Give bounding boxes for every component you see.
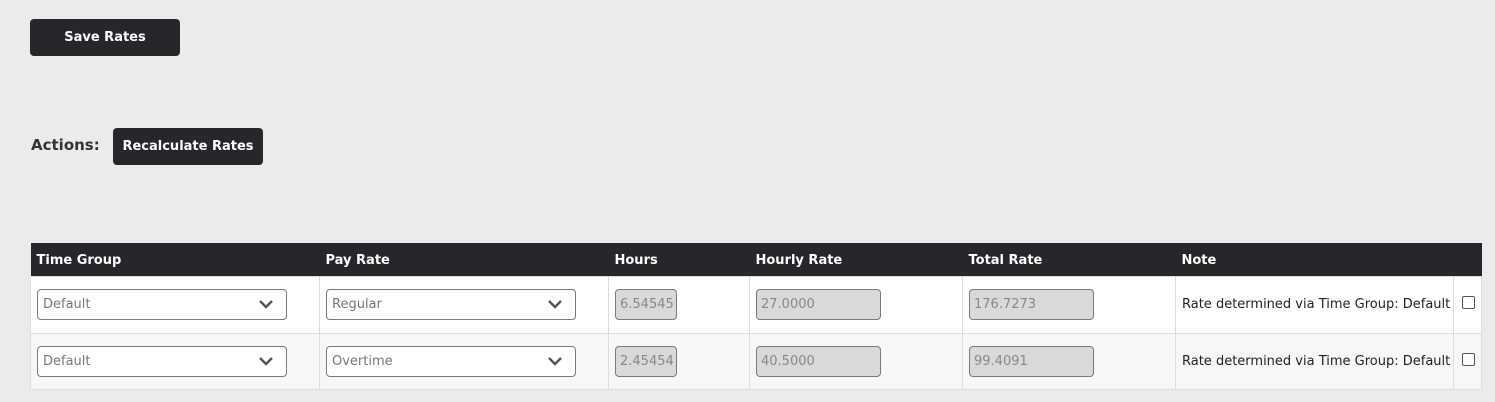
total-rate-field[interactable] xyxy=(969,345,1094,377)
table-row: Default Overtime Rate determined via Tim… xyxy=(30,332,1482,390)
header-time-group: Time Group xyxy=(30,243,320,276)
header-hourly-rate: Hourly Rate xyxy=(749,243,963,276)
pay-rate-value: Regular xyxy=(332,297,382,312)
hours-field[interactable] xyxy=(615,289,677,320)
header-note: Note xyxy=(1175,243,1454,276)
table-header-row: Time Group Pay Rate Hours Hourly Rate To… xyxy=(30,243,1482,276)
chevron-down-icon xyxy=(259,356,273,366)
hourly-rate-field[interactable] xyxy=(756,289,881,320)
pay-rate-select[interactable]: Regular xyxy=(326,289,576,320)
header-hours: Hours xyxy=(608,243,750,276)
chevron-down-icon xyxy=(548,300,562,309)
row-checkbox[interactable] xyxy=(1462,352,1475,366)
recalculate-rates-button[interactable]: Recalculate Rates xyxy=(113,128,263,165)
header-total-rate: Total Rate xyxy=(962,243,1176,276)
pay-rate-select[interactable]: Overtime xyxy=(326,345,576,377)
actions-label: Actions: xyxy=(31,136,100,154)
header-pay-rate: Pay Rate xyxy=(319,243,609,276)
row-checkbox[interactable] xyxy=(1462,296,1475,309)
header-select xyxy=(1453,243,1482,276)
hourly-rate-field[interactable] xyxy=(756,345,881,377)
total-rate-field[interactable] xyxy=(969,289,1094,320)
time-group-value: Default xyxy=(43,297,91,312)
save-rates-button[interactable]: Save Rates xyxy=(30,19,180,56)
time-group-select[interactable]: Default xyxy=(37,345,287,377)
rates-table: Time Group Pay Rate Hours Hourly Rate To… xyxy=(30,243,1482,390)
time-group-value: Default xyxy=(43,353,91,369)
table-row: Default Regular Rate determined via Time… xyxy=(30,275,1482,334)
time-group-select[interactable]: Default xyxy=(37,289,287,320)
note-text: Rate determined via Time Group: Default xyxy=(1182,353,1451,369)
hours-field[interactable] xyxy=(615,345,677,377)
note-text: Rate determined via Time Group: Default xyxy=(1182,297,1451,312)
pay-rate-value: Overtime xyxy=(332,353,393,369)
chevron-down-icon xyxy=(548,356,562,366)
chevron-down-icon xyxy=(259,300,273,309)
